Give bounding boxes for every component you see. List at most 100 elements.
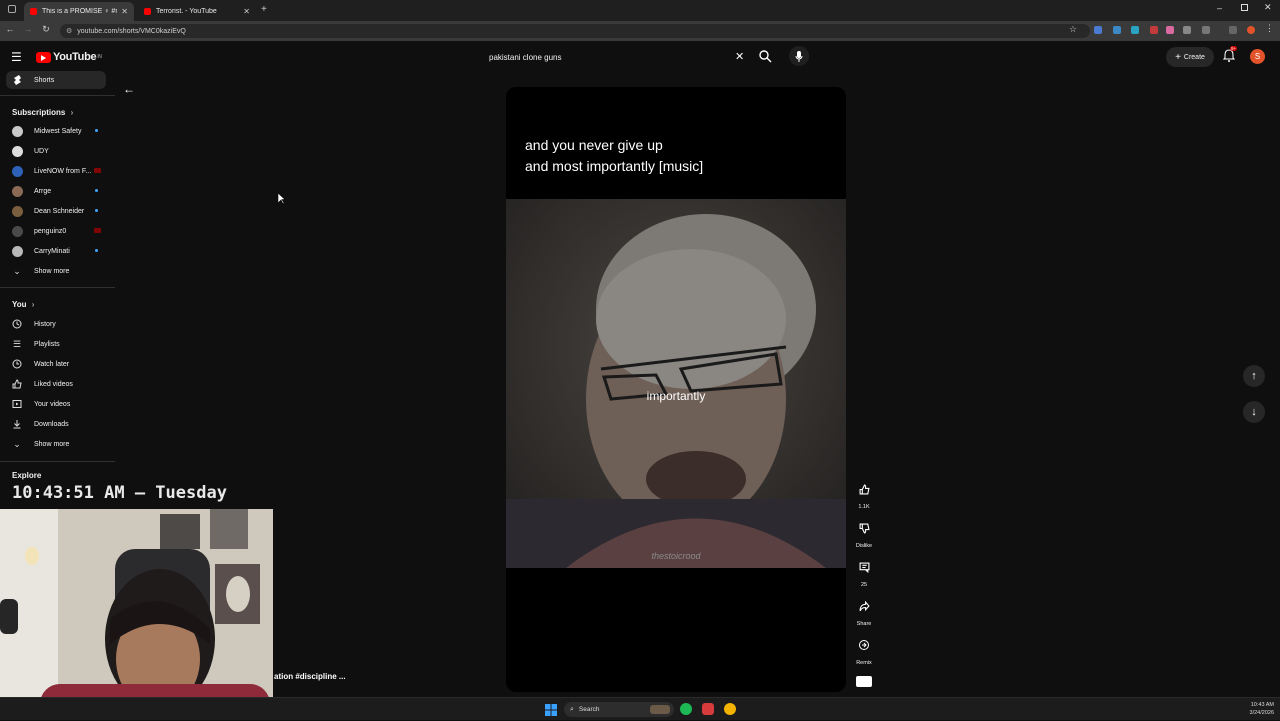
taskbar-search[interactable]: ⌕ Search xyxy=(564,702,674,717)
search-icon[interactable] xyxy=(757,49,773,65)
back-icon[interactable]: ← xyxy=(3,24,17,34)
channel-name: Midwest Safety xyxy=(34,127,82,135)
hamburger-menu-icon[interactable]: ☰ xyxy=(11,50,22,64)
extension-icon[interactable] xyxy=(1131,26,1139,34)
sidebar-item-subscription[interactable]: Midwest Safety xyxy=(6,122,106,140)
arrow-up-icon: ↑ xyxy=(1251,370,1257,382)
chevron-right-icon: › xyxy=(70,108,74,117)
sidebar-item-subscription[interactable]: UDY xyxy=(6,142,106,160)
subscriptions-heading[interactable]: Subscriptions › xyxy=(12,108,73,117)
reload-icon[interactable]: ↻ xyxy=(39,24,53,35)
sidebar-item-shorts[interactable]: Shorts xyxy=(6,71,106,89)
youtube-play-icon xyxy=(36,51,51,63)
windows-start-icon[interactable] xyxy=(545,703,557,716)
spotify-icon[interactable] xyxy=(680,703,692,715)
windows-taskbar: ⌕ Search 10:43 AM 3/24/2026 xyxy=(0,697,1280,720)
tab-title: This is a PROMISE ♀ #mo xyxy=(42,8,118,15)
watch-later-icon xyxy=(12,359,22,369)
chevron-down-icon: ⌄ xyxy=(13,438,21,449)
channel-avatar xyxy=(12,165,23,177)
new-content-dot xyxy=(95,189,98,192)
youtube-logo[interactable]: YouTube IN xyxy=(36,51,102,63)
channel-avatar xyxy=(12,205,23,217)
video-title-fragment: ation #discipline ... xyxy=(274,672,346,681)
sidebar-item-downloads[interactable]: Downloads xyxy=(6,415,106,433)
new-content-dot xyxy=(95,209,98,212)
forward-icon[interactable]: → xyxy=(21,24,35,34)
maximize-icon[interactable] xyxy=(1241,4,1248,11)
logo-text: YouTube xyxy=(53,51,97,63)
sidebar-item-subscription[interactable]: penguinz0 xyxy=(6,222,106,240)
notifications-bell-icon[interactable]: 9+ xyxy=(1221,46,1238,65)
sidebar-item-subscription[interactable]: LiveNOW from F... xyxy=(6,162,106,180)
new-tab-icon[interactable]: + xyxy=(261,4,267,15)
tab-search-icon[interactable] xyxy=(8,5,16,13)
sidebar-icon[interactable] xyxy=(1229,26,1237,34)
chevron-down-icon: ⌄ xyxy=(13,265,21,276)
menu-dots-icon[interactable]: ⋮ xyxy=(1265,23,1274,34)
taskbar-time: 10:43 AM xyxy=(1250,702,1274,708)
bookmark-star-icon[interactable]: ☆ xyxy=(1069,24,1077,35)
youtube-header: ☰ YouTube IN pakistani clone guns ✕ + Cr… xyxy=(0,41,1280,74)
mouse-cursor-icon xyxy=(278,193,286,205)
video-image xyxy=(506,199,846,568)
site-info-icon[interactable]: ⚙ xyxy=(66,27,72,35)
tab-close-icon[interactable]: ✕ xyxy=(121,7,128,16)
remix-button[interactable]: Remix xyxy=(852,635,876,666)
taskbar-clock[interactable]: 10:43 AM 3/24/2026 xyxy=(1250,701,1274,717)
channel-name: CarryMinati xyxy=(34,247,70,255)
sidebar-item-your-videos[interactable]: Your videos xyxy=(6,395,106,413)
comment-count: 25 xyxy=(860,582,868,588)
tab-inactive[interactable]: Terrorist. - YouTube ✕ xyxy=(138,2,256,21)
address-bar[interactable]: ⚙ youtube.com/shorts/VMC0kaziEvQ xyxy=(60,24,1090,38)
search-input[interactable]: pakistani clone guns xyxy=(482,46,752,68)
avatar[interactable]: S xyxy=(1250,49,1265,64)
download-icon xyxy=(12,419,22,429)
previous-short-button[interactable]: ↑ xyxy=(1243,365,1265,387)
next-short-button[interactable]: ↓ xyxy=(1243,401,1265,423)
microphone-icon[interactable] xyxy=(789,46,809,66)
youtube-favicon-icon xyxy=(144,8,151,15)
like-button[interactable]: 1.1K xyxy=(852,479,876,510)
clear-search-icon[interactable]: ✕ xyxy=(735,50,744,63)
back-arrow-icon[interactable]: ← xyxy=(123,82,135,96)
sidebar-item-playlists[interactable]: ☰ Playlists xyxy=(6,335,106,353)
browser-toolbar: ← → ↻ ⚙ youtube.com/shorts/VMC0kaziEvQ ☆… xyxy=(0,21,1280,41)
sidebar-item-subscription[interactable]: CarryMinati xyxy=(6,242,106,260)
video-frame: importantly thestoicrood xyxy=(506,199,846,568)
remix-icon xyxy=(854,635,874,655)
chrome-icon[interactable] xyxy=(724,703,736,715)
taskbar-date: 3/24/2026 xyxy=(1249,710,1274,716)
dislike-icon xyxy=(854,518,874,538)
show-more-you[interactable]: ⌄ Show more xyxy=(6,435,106,453)
extension-icon[interactable] xyxy=(1183,26,1191,34)
channel-thumbnail-icon[interactable] xyxy=(856,676,872,687)
channel-name: LiveNOW from F... xyxy=(34,167,92,175)
extension-icon[interactable] xyxy=(1150,26,1158,34)
sidebar-item-subscription[interactable]: Arrge xyxy=(6,182,106,200)
tab-active[interactable]: This is a PROMISE ♀ #mo ✕ xyxy=(24,2,134,21)
minimize-icon[interactable]: – xyxy=(1217,3,1222,13)
sidebar-item-history[interactable]: History xyxy=(6,315,106,333)
tab-close-icon[interactable]: ✕ xyxy=(243,7,250,16)
extensions-puzzle-icon[interactable] xyxy=(1202,26,1210,34)
channel-name: Dean Schneider xyxy=(34,207,85,215)
sidebar-item-liked-videos[interactable]: Liked videos xyxy=(6,375,106,393)
show-more-label: Show more xyxy=(34,440,70,448)
sidebar-item-subscription[interactable]: Dean Schneider xyxy=(6,202,106,220)
app-icon[interactable] xyxy=(702,703,714,715)
youtube-favicon-icon xyxy=(30,8,37,15)
dislike-button[interactable]: Dislike xyxy=(852,518,876,549)
extension-icon[interactable] xyxy=(1094,26,1102,34)
you-heading[interactable]: You › xyxy=(12,300,34,309)
create-button[interactable]: + Create xyxy=(1166,47,1214,67)
share-button[interactable]: Share xyxy=(852,596,876,627)
extension-icon[interactable] xyxy=(1113,26,1121,34)
extension-icon[interactable] xyxy=(1166,26,1174,34)
profile-icon[interactable] xyxy=(1247,26,1255,34)
comments-button[interactable]: 25 xyxy=(852,557,876,588)
shorts-player[interactable]: and you never give up and most important… xyxy=(506,87,846,692)
sidebar-item-watch-later[interactable]: Watch later xyxy=(6,355,106,373)
close-window-icon[interactable]: ✕ xyxy=(1264,2,1272,13)
show-more-subscriptions[interactable]: ⌄ Show more xyxy=(6,262,106,280)
